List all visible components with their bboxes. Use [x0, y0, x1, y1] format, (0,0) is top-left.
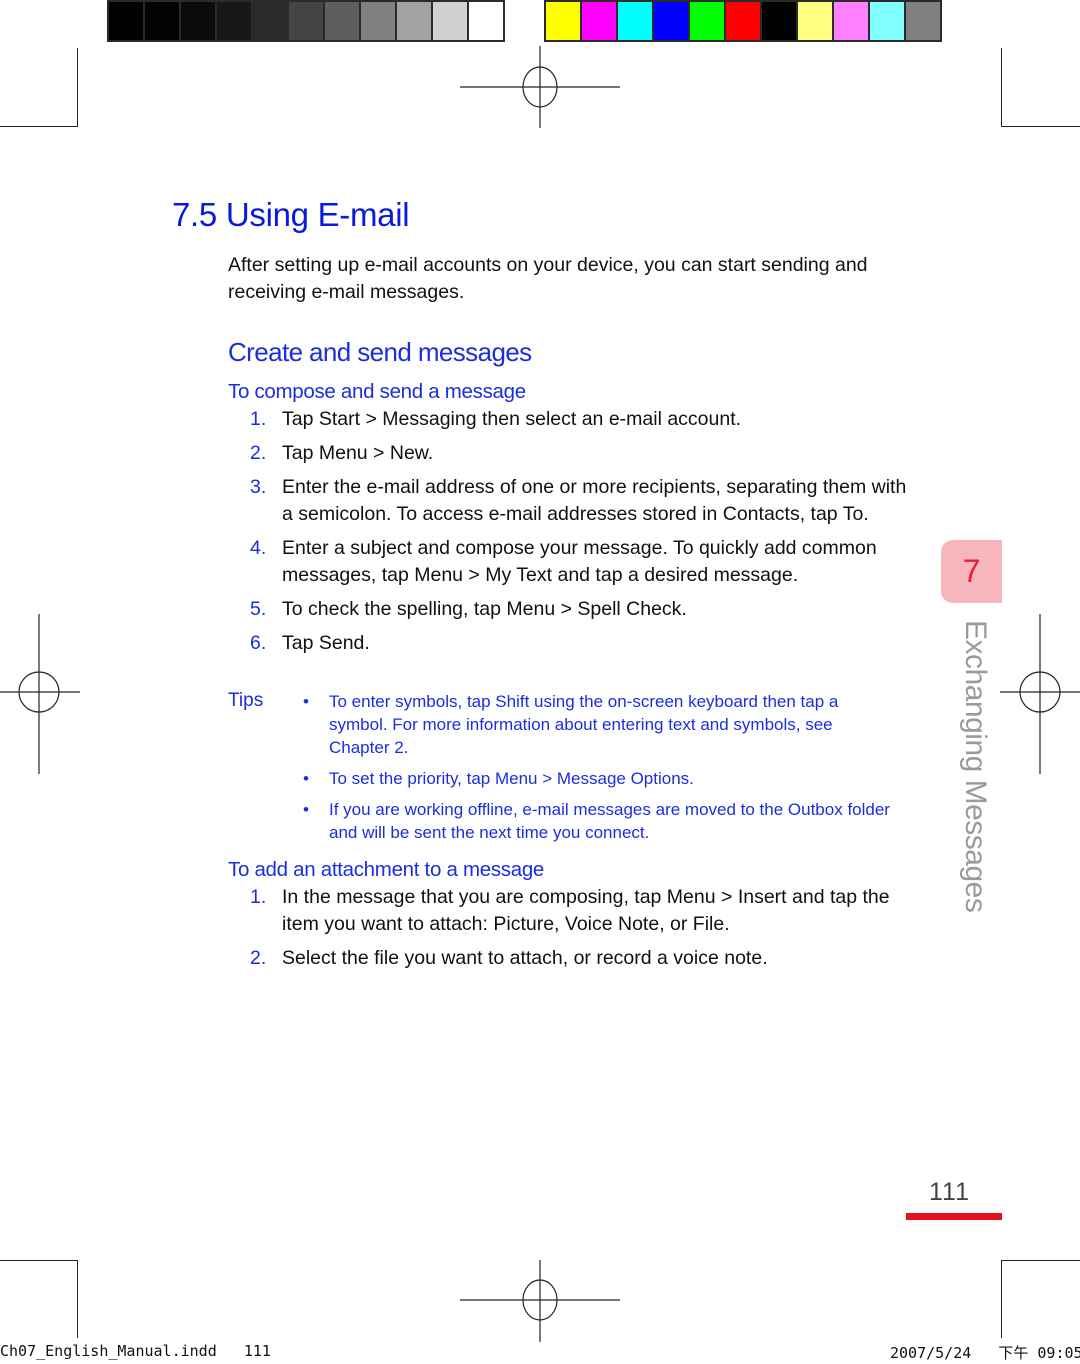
tip-item: • To enter symbols, tap Shift using the o…	[303, 690, 893, 759]
grayscale-swatch	[433, 2, 467, 40]
attachment-step: 1. In the message that you are composing,…	[250, 884, 920, 938]
tips-label: Tips	[228, 690, 264, 711]
crop-mark-bottom-left-v	[77, 1260, 78, 1338]
crop-mark-bottom-left-h	[0, 1260, 78, 1261]
step-number: 6.	[250, 632, 267, 654]
compose-heading: To compose and send a message	[228, 380, 526, 403]
grayscale-swatch	[217, 2, 251, 40]
registration-mark-right-icon	[1000, 614, 1080, 774]
process-color-swatch	[798, 2, 832, 40]
grayscale-swatch	[109, 2, 143, 40]
registration-mark-top-icon	[460, 46, 620, 128]
grayscale-swatch	[253, 2, 287, 40]
compose-step: 6. Tap Send.	[250, 630, 920, 657]
registration-mark-left-icon	[0, 614, 80, 774]
slug-timestamp: 2007/5/24 下午 09:05:	[890, 1344, 1080, 1362]
crop-mark-top-left-v	[77, 48, 78, 126]
step-text: To check the spelling, tap Menu > Spell …	[282, 598, 687, 620]
grayscale-swatch	[325, 2, 359, 40]
grayscale-swatch	[469, 2, 503, 40]
step-text: Tap Menu > New.	[282, 442, 434, 464]
process-color-swatch	[726, 2, 760, 40]
page-number: 111	[929, 1178, 971, 1206]
crop-mark-bottom-right-v	[1001, 1260, 1002, 1338]
crop-mark-top-right-v	[1001, 48, 1002, 126]
bullet-icon: •	[303, 769, 309, 788]
step-number: 1.	[250, 408, 267, 430]
process-color-swatch	[870, 2, 904, 40]
tip-text: To set the priority, tap Menu > Message …	[329, 769, 694, 788]
step-text: Enter a subject and compose your message…	[282, 537, 877, 586]
tip-text: If you are working offline, e-mail messa…	[329, 800, 890, 842]
compose-step: 2. Tap Menu > New.	[250, 440, 920, 467]
step-number: 3.	[250, 476, 267, 498]
step-text: Enter the e-mail address of one or more …	[282, 476, 907, 525]
grayscale-swatch	[361, 2, 395, 40]
step-number: 4.	[250, 537, 267, 559]
bullet-icon: •	[303, 800, 309, 819]
process-color-swatch	[618, 2, 652, 40]
step-number: 2.	[250, 442, 267, 464]
step-number: 2.	[250, 947, 267, 969]
attachment-step: 2. Select the file you want to attach, or…	[250, 945, 920, 972]
grayscale-swatch	[397, 2, 431, 40]
grayscale-swatch	[181, 2, 215, 40]
crop-mark-top-right-h	[1001, 126, 1080, 127]
section-title: 7.5 Using E-mail	[172, 196, 410, 233]
crop-mark-bottom-right-h	[1001, 1260, 1080, 1261]
compose-steps: 1. Tap Start > Messaging then select an e…	[250, 406, 920, 664]
process-color-swatch	[582, 2, 616, 40]
section-intro: After setting up e-mail accounts on your…	[228, 254, 868, 303]
compose-step: 1. Tap Start > Messaging then select an e…	[250, 406, 920, 433]
process-color-swatch	[690, 2, 724, 40]
grayscale-color-bar	[107, 0, 505, 42]
crop-mark-top-left-h	[0, 126, 78, 127]
grayscale-swatch	[289, 2, 323, 40]
bullet-icon: •	[303, 692, 309, 711]
tip-text: To enter symbols, tap Shift using the on…	[329, 692, 839, 757]
compose-step: 5. To check the spelling, tap Menu > Spel…	[250, 596, 920, 623]
process-color-swatch	[546, 2, 580, 40]
process-color-bar	[544, 0, 942, 42]
step-text: Select the file you want to attach, or r…	[282, 947, 768, 969]
page-number-underline	[906, 1213, 1002, 1220]
step-text: Tap Send.	[282, 632, 370, 654]
chapter-number-tab: 7	[941, 540, 1002, 603]
compose-step: 4. Enter a subject and compose your messa…	[250, 535, 920, 589]
chapter-title-vertical: Exchanging Messages	[959, 620, 992, 913]
attachment-steps: 1. In the message that you are composing,…	[250, 884, 920, 979]
tip-item: • To set the priority, tap Menu > Message…	[303, 767, 893, 790]
grayscale-swatch	[145, 2, 179, 40]
step-text: Tap Start > Messaging then select an e-m…	[282, 408, 742, 430]
step-number: 1.	[250, 886, 267, 908]
step-text: In the message that you are composing, t…	[282, 886, 890, 935]
tip-item: • If you are working offline, e-mail mess…	[303, 798, 893, 844]
compose-step: 3. Enter the e-mail address of one or mor…	[250, 474, 920, 528]
tips-list: • To enter symbols, tap Shift using the o…	[303, 690, 893, 852]
process-color-swatch	[654, 2, 688, 40]
slug-filename: Ch07_English_Manual.indd 111	[0, 1342, 271, 1360]
process-color-swatch	[906, 2, 940, 40]
step-number: 5.	[250, 598, 267, 620]
registration-mark-bottom-icon	[460, 1260, 620, 1342]
subsection-title: Create and send messages	[228, 337, 532, 367]
process-color-swatch	[762, 2, 796, 40]
attachment-heading: To add an attachment to a message	[228, 858, 545, 881]
process-color-swatch	[834, 2, 868, 40]
